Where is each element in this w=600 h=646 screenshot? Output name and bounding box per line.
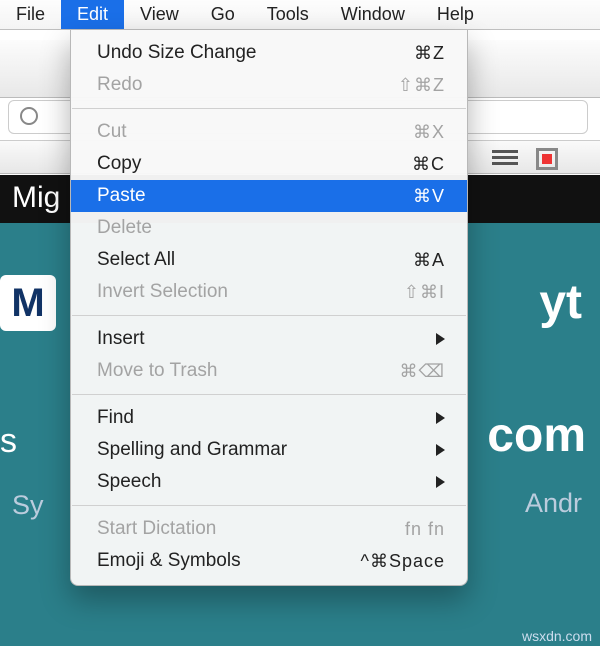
menu-item-undo[interactable]: Undo Size Change ⌘Z xyxy=(71,37,467,69)
menu-edit[interactable]: Edit xyxy=(61,0,124,29)
menu-item-start-dictation: Start Dictation fn fn xyxy=(71,513,467,545)
menu-item-label: Undo Size Change xyxy=(97,42,345,64)
search-icon xyxy=(20,107,38,125)
menu-item-move-to-trash: Move to Trash ⌘⌫ xyxy=(71,355,467,387)
bg-text-fragment: com xyxy=(487,408,586,463)
menu-item-label: Speech xyxy=(97,471,436,493)
menu-item-cut: Cut ⌘X xyxy=(71,116,467,148)
menu-item-label: Insert xyxy=(97,328,436,350)
menu-item-paste[interactable]: Paste ⌘V xyxy=(71,180,467,212)
menu-item-speech[interactable]: Speech xyxy=(71,466,467,498)
menu-view[interactable]: View xyxy=(124,0,195,29)
menu-item-label: Delete xyxy=(97,217,345,239)
bg-text-fragment: Sy xyxy=(12,490,44,521)
menu-tools[interactable]: Tools xyxy=(251,0,325,29)
menu-item-delete: Delete xyxy=(71,212,467,244)
menu-go[interactable]: Go xyxy=(195,0,251,29)
menu-item-find[interactable]: Find xyxy=(71,402,467,434)
menu-item-label: Invert Selection xyxy=(97,281,345,303)
bg-text-fragment: s xyxy=(0,422,17,461)
menu-item-label: Cut xyxy=(97,121,345,143)
menu-item-invert-selection: Invert Selection ⇧⌘I xyxy=(71,276,467,308)
menu-item-label: Start Dictation xyxy=(97,518,345,540)
menu-item-label: Copy xyxy=(97,153,345,175)
menu-help[interactable]: Help xyxy=(421,0,490,29)
menu-item-spelling-and-grammar[interactable]: Spelling and Grammar xyxy=(71,434,467,466)
menu-separator xyxy=(72,108,466,109)
menu-item-emoji-and-symbols[interactable]: Emoji & Symbols ^⌘Space xyxy=(71,545,467,577)
menu-separator xyxy=(72,505,466,506)
submenu-arrow-icon xyxy=(436,412,445,424)
menu-bar: File Edit View Go Tools Window Help xyxy=(0,0,600,30)
menu-file[interactable]: File xyxy=(0,0,61,29)
menu-item-label: Redo xyxy=(97,74,345,96)
bg-text-fragment: yt xyxy=(539,275,582,330)
menu-item-copy[interactable]: Copy ⌘C xyxy=(71,148,467,180)
menu-item-shortcut: ⌘C xyxy=(345,154,445,175)
menu-item-shortcut: ⇧⌘I xyxy=(345,282,445,303)
menu-item-shortcut: ⌘A xyxy=(345,250,445,271)
submenu-arrow-icon xyxy=(436,333,445,345)
menu-item-label: Spelling and Grammar xyxy=(97,439,436,461)
watermark: wsxdn.com xyxy=(522,628,592,644)
menu-item-shortcut: ^⌘Space xyxy=(345,551,445,572)
menu-item-insert[interactable]: Insert xyxy=(71,323,467,355)
menu-item-shortcut: fn fn xyxy=(345,519,445,540)
submenu-arrow-icon xyxy=(436,476,445,488)
edit-menu-dropdown: Undo Size Change ⌘Z Redo ⇧⌘Z Cut ⌘X Copy… xyxy=(70,30,468,586)
menu-item-label: Find xyxy=(97,407,436,429)
submenu-arrow-icon xyxy=(436,444,445,456)
menu-separator xyxy=(72,394,466,395)
color-picker-icon[interactable] xyxy=(536,148,558,170)
menu-window[interactable]: Window xyxy=(325,0,421,29)
menu-item-shortcut: ⇧⌘Z xyxy=(345,75,445,96)
menu-item-shortcut: ⌘Z xyxy=(345,43,445,64)
menu-item-select-all[interactable]: Select All ⌘A xyxy=(71,244,467,276)
menu-icon[interactable] xyxy=(492,150,518,166)
menu-item-redo: Redo ⇧⌘Z xyxy=(71,69,467,101)
menu-item-label: Emoji & Symbols xyxy=(97,550,345,572)
menu-item-shortcut: ⌘V xyxy=(345,186,445,207)
menu-item-shortcut: ⌘X xyxy=(345,122,445,143)
menu-separator xyxy=(72,315,466,316)
menu-item-shortcut: ⌘⌫ xyxy=(345,361,445,382)
menu-item-label: Move to Trash xyxy=(97,360,345,382)
logo-badge: M xyxy=(0,275,56,331)
menu-item-label: Select All xyxy=(97,249,345,271)
bg-text-fragment: Andr xyxy=(525,488,582,519)
menu-item-label: Paste xyxy=(97,185,345,207)
